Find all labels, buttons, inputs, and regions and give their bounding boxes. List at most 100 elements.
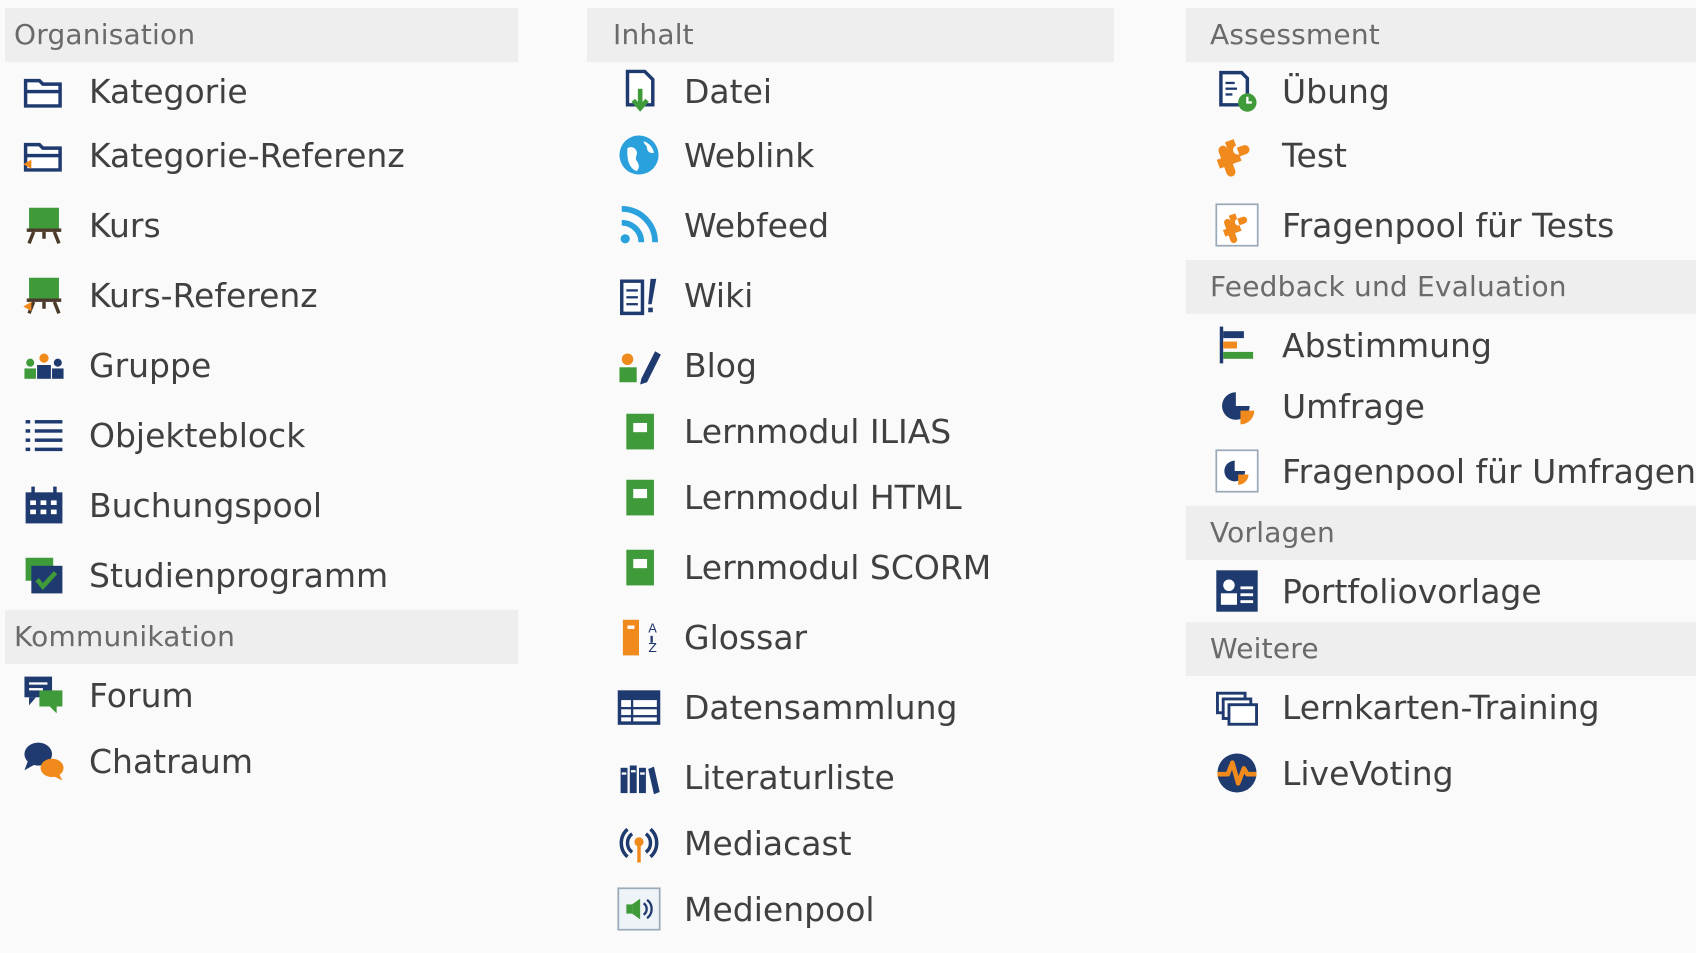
menu-item-webfeed[interactable]: Webfeed (587, 190, 1114, 260)
menu-item-label: Lernmodul HTML (684, 477, 962, 517)
menu-item-kategorie[interactable]: Kategorie (5, 62, 518, 120)
learning-module-icon (614, 542, 664, 592)
mediacast-icon (614, 818, 664, 868)
menu-item-label: Glossar (684, 617, 808, 657)
column-inhalt: Inhalt Datei Weblink Webfeed Wiki Blog L… (587, 8, 1114, 944)
group-header-assessment: Assessment (1186, 8, 1696, 62)
flashcards-icon (1212, 682, 1262, 732)
menu-item-label: Kurs (89, 205, 161, 245)
group-header-weitere: Weitere (1186, 622, 1696, 676)
menu-item-kurs[interactable]: Kurs (5, 190, 518, 260)
menu-item-label: Portfoliovorlage (1282, 571, 1542, 611)
menu-item-livevoting[interactable]: LiveVoting (1186, 738, 1696, 808)
menu-item-wiki[interactable]: Wiki (587, 260, 1114, 330)
svg-text:A: A (648, 620, 657, 635)
livevoting-icon (1212, 748, 1262, 798)
menu-item-glossar[interactable]: AZ Glossar (587, 602, 1114, 672)
menu-item-label: Wiki (684, 275, 754, 315)
data-collection-icon (614, 682, 664, 732)
menu-item-lernmodul-html[interactable]: Lernmodul HTML (587, 462, 1114, 532)
menu-item-kurs-referenz[interactable]: Kurs-Referenz (5, 260, 518, 330)
menu-item-literaturliste[interactable]: Literaturliste (587, 742, 1114, 812)
menu-item-label: Blog (684, 345, 757, 385)
menu-item-label: Chatraum (89, 741, 253, 781)
menu-item-label: Übung (1282, 71, 1390, 111)
menu-item-label: Objekteblock (89, 415, 306, 455)
menu-item-label: Mediacast (684, 823, 852, 863)
menu-item-label: Gruppe (89, 345, 212, 385)
blog-icon (614, 340, 664, 390)
menu-item-fragenpool-tests[interactable]: Fragenpool für Tests (1186, 190, 1696, 260)
group-header-kommunikation: Kommunikation (5, 610, 518, 664)
menu-item-medienpool[interactable]: Medienpool (587, 874, 1114, 944)
menu-item-portfoliovorlage[interactable]: Portfoliovorlage (1186, 560, 1696, 622)
menu-item-label: Kategorie (89, 71, 248, 111)
menu-item-lernmodul-ilias[interactable]: Lernmodul ILIAS (587, 400, 1114, 462)
menu-item-label: Forum (89, 675, 194, 715)
column-organisation: Organisation Kategorie Kategorie-Referen… (5, 8, 518, 796)
forum-icon (19, 670, 69, 720)
menu-item-label: Lernkarten-Training (1282, 687, 1600, 727)
menu-item-label: Abstimmung (1282, 325, 1492, 365)
menu-item-chatraum[interactable]: Chatraum (5, 726, 518, 796)
menu-item-forum[interactable]: Forum (5, 664, 518, 726)
study-programme-icon (19, 550, 69, 600)
menu-item-gruppe[interactable]: Gruppe (5, 330, 518, 400)
menu-item-label: Weblink (684, 135, 815, 175)
item-group-icon (19, 410, 69, 460)
menu-item-label: Umfrage (1282, 386, 1425, 426)
course-reference-icon (19, 270, 69, 320)
survey-icon (1212, 381, 1262, 431)
menu-item-label: Test (1282, 135, 1347, 175)
learning-module-icon (614, 472, 664, 522)
menu-item-weblink[interactable]: Weblink (587, 120, 1114, 190)
chatroom-icon (19, 736, 69, 786)
menu-item-label: Lernmodul SCORM (684, 547, 992, 587)
wiki-icon (614, 270, 664, 320)
survey-question-pool-icon (1212, 446, 1262, 496)
menu-item-studienprogramm[interactable]: Studienprogramm (5, 540, 518, 610)
menu-item-buchungspool[interactable]: Buchungspool (5, 470, 518, 540)
group-header-feedback-und-evaluation: Feedback und Evaluation (1186, 260, 1696, 314)
menu-item-label: Webfeed (684, 205, 830, 245)
menu-item-blog[interactable]: Blog (587, 330, 1114, 400)
course-icon (19, 200, 69, 250)
menu-item-mediacast[interactable]: Mediacast (587, 812, 1114, 874)
booking-pool-icon (19, 480, 69, 530)
test-icon (1212, 130, 1262, 180)
webfeed-icon (614, 200, 664, 250)
menu-item-datei[interactable]: Datei (587, 62, 1114, 120)
bibliography-icon (614, 752, 664, 802)
menu-item-test[interactable]: Test (1186, 120, 1696, 190)
portfolio-template-icon (1212, 566, 1262, 616)
menu-item-label: Datensammlung (684, 687, 958, 727)
menu-item-uebung[interactable]: Übung (1186, 62, 1696, 120)
category-reference-icon (19, 130, 69, 180)
menu-item-label: Fragenpool für Umfragen (1282, 451, 1696, 491)
file-icon (614, 66, 664, 116)
media-pool-icon (614, 884, 664, 934)
category-icon (19, 66, 69, 116)
weblink-icon (614, 130, 664, 180)
group-header-inhalt: Inhalt (587, 8, 1114, 62)
glossary-icon: AZ (614, 612, 664, 662)
exercise-icon (1212, 66, 1262, 116)
menu-item-kategorie-referenz[interactable]: Kategorie-Referenz (5, 120, 518, 190)
menu-item-label: Lernmodul ILIAS (684, 411, 952, 451)
poll-icon (1212, 320, 1262, 370)
menu-item-datensammlung[interactable]: Datensammlung (587, 672, 1114, 742)
menu-item-label: Datei (684, 71, 773, 111)
test-question-pool-icon (1212, 200, 1262, 250)
group-header-vorlagen: Vorlagen (1186, 506, 1696, 560)
menu-item-abstimmung[interactable]: Abstimmung (1186, 314, 1696, 376)
learning-module-icon (614, 406, 664, 456)
menu-item-lernkarten-training[interactable]: Lernkarten-Training (1186, 676, 1696, 738)
menu-item-label: Buchungspool (89, 485, 323, 525)
column-assessment: Assessment Übung Test Fragenpool für Tes… (1186, 8, 1696, 808)
menu-item-umfrage[interactable]: Umfrage (1186, 376, 1696, 436)
menu-item-lernmodul-scorm[interactable]: Lernmodul SCORM (587, 532, 1114, 602)
menu-item-fragenpool-umfragen[interactable]: Fragenpool für Umfragen (1186, 436, 1696, 506)
menu-item-objekteblock[interactable]: Objekteblock (5, 400, 518, 470)
menu-item-label: Fragenpool für Tests (1282, 205, 1615, 245)
menu-item-label: Medienpool (684, 889, 875, 929)
